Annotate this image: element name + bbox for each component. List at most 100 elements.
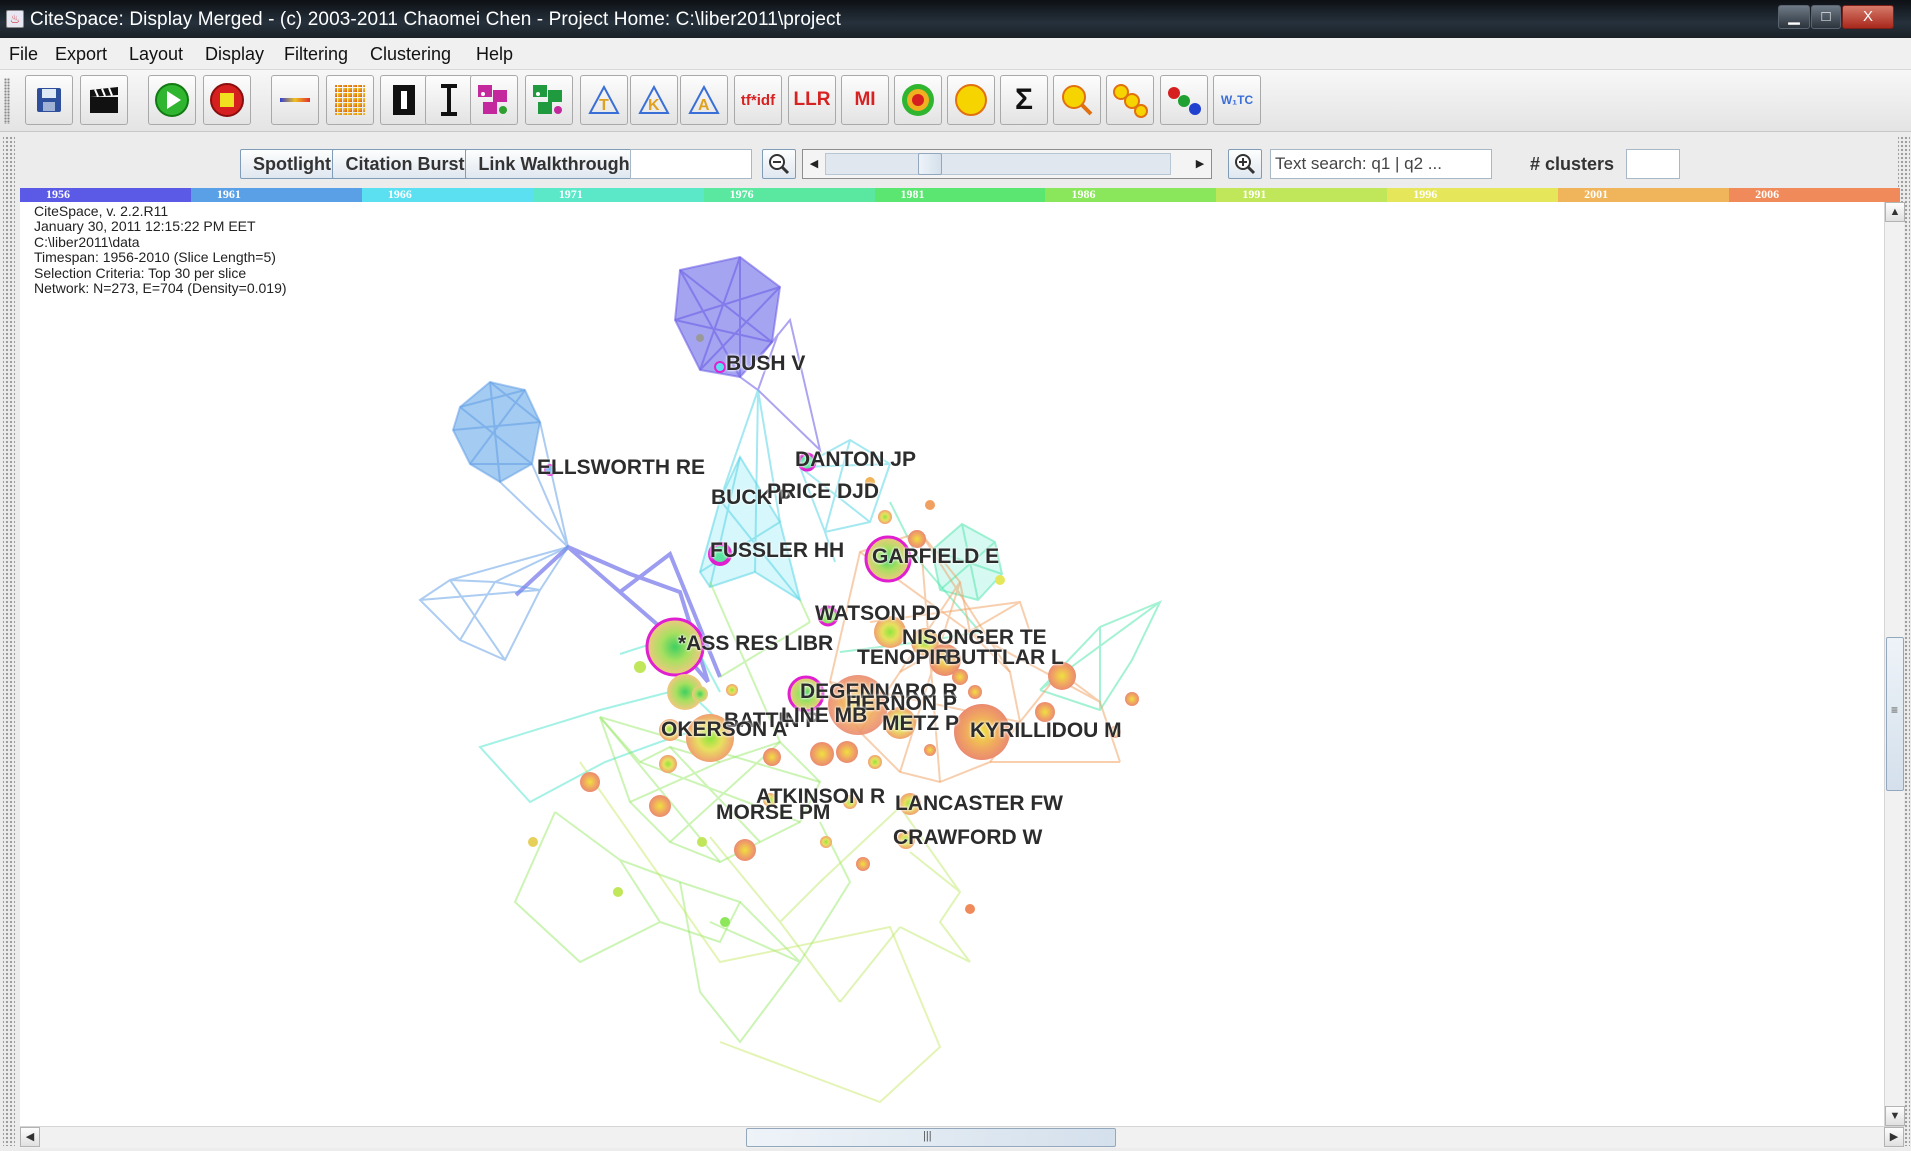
timeline-year: 1971 — [558, 187, 583, 201]
timeline-year: 2006 — [1755, 187, 1780, 201]
text-i-icon[interactable] — [425, 75, 473, 125]
left-splitter[interactable] — [3, 136, 15, 1146]
scroll-up-arrow[interactable]: ▲ — [1885, 202, 1905, 222]
citation-burst-button[interactable]: Citation Burst — [332, 149, 478, 179]
label-crawford[interactable]: CRAWFORD W — [893, 826, 1042, 850]
vertical-scroll-thumb[interactable]: ≡ — [1886, 637, 1904, 791]
horizontal-scroll-thumb[interactable]: ||| — [746, 1128, 1116, 1147]
stop-icon[interactable] — [203, 75, 251, 125]
label-line[interactable]: LINE MB — [781, 704, 867, 728]
spotlight-button[interactable]: Spotlight — [240, 149, 344, 179]
label-lancaster[interactable]: LANCASTER FW — [895, 792, 1063, 816]
label-ellsworth[interactable]: ELLSWORTH RE — [537, 456, 705, 480]
bold-i-icon[interactable] — [380, 75, 428, 125]
svg-text:T: T — [599, 97, 609, 114]
app-icon: ♨ — [6, 10, 24, 28]
play-icon[interactable] — [148, 75, 196, 125]
maximize-button[interactable]: □ — [1811, 5, 1841, 29]
timeline-year: 1976 — [729, 187, 754, 201]
zoom-out-button[interactable] — [762, 149, 796, 179]
cluster-1961 — [418, 380, 569, 662]
timeline-segment: 1981 — [874, 187, 1046, 202]
zoom-out-icon — [769, 154, 790, 175]
color-grid-icon[interactable] — [326, 75, 374, 125]
triangle-t-icon[interactable]: T — [580, 75, 628, 125]
timeline-year: 1986 — [1071, 187, 1096, 201]
timeline-segment: 2001 — [1558, 187, 1730, 202]
chain-circles-icon[interactable] — [1106, 75, 1154, 125]
horizontal-thumb-grip: ||| — [923, 1130, 932, 1142]
scroll-left-arrow[interactable]: ◀ — [20, 1127, 40, 1147]
color-line-icon[interactable] — [271, 75, 319, 125]
timeline-segment: 2006 — [1729, 187, 1900, 202]
save-icon[interactable] — [25, 75, 73, 125]
toolbar: T K A tf*idf LLR MI Σ W₁TC — [0, 70, 1911, 132]
timeline-year: 1991 — [1242, 187, 1267, 201]
svg-text:K: K — [648, 97, 660, 114]
magenta-clusters-icon[interactable] — [470, 75, 518, 125]
clusters-field[interactable] — [1626, 149, 1680, 179]
label-watson[interactable]: WATSON PD — [815, 602, 941, 626]
llr-button[interactable]: LLR — [788, 75, 836, 125]
label-kyrillidou[interactable]: KYRILLIDOU M — [970, 719, 1122, 743]
timeline-year: 1966 — [387, 187, 412, 201]
menu-filtering[interactable]: Filtering — [284, 44, 348, 65]
zoom-in-button[interactable] — [1228, 149, 1262, 179]
label-ass-res-libr[interactable]: *ASS RES LIBR — [678, 632, 833, 656]
green-clusters-icon[interactable] — [525, 75, 573, 125]
wordcloud-button[interactable]: W₁TC — [1213, 75, 1261, 125]
slider-right-arrow[interactable]: ▶ — [1191, 153, 1209, 175]
scroll-down-arrow[interactable]: ▼ — [1885, 1106, 1905, 1126]
label-garfield[interactable]: GARFIELD E — [872, 545, 999, 569]
toolbar-grip[interactable] — [4, 78, 10, 124]
zoom-circle-icon[interactable] — [1053, 75, 1101, 125]
timeline-segment: 1956 — [20, 187, 191, 202]
colored-dots-icon[interactable] — [1160, 75, 1208, 125]
zoom-slider[interactable]: ◀ ▶ — [802, 149, 1212, 179]
tfidf-button[interactable]: tf*idf — [734, 75, 782, 125]
yellow-circle-icon[interactable] — [947, 75, 995, 125]
target-icon[interactable] — [894, 75, 942, 125]
triangle-a-icon[interactable]: A — [680, 75, 728, 125]
clusters-label: # clusters — [1530, 154, 1615, 174]
sigma-button[interactable]: Σ — [1000, 75, 1048, 125]
label-tenopir[interactable]: TENOPIR — [857, 646, 950, 670]
menu-layout[interactable]: Layout — [129, 44, 183, 65]
slider-thumb[interactable] — [918, 153, 942, 175]
mi-button[interactable]: MI — [841, 75, 889, 125]
clapper-icon[interactable] — [80, 75, 128, 125]
menu-clustering[interactable]: Clustering — [370, 44, 451, 65]
slider-left-arrow[interactable]: ◀ — [805, 153, 823, 175]
triangle-k-icon[interactable]: K — [630, 75, 678, 125]
text-search-input[interactable] — [1270, 149, 1492, 179]
timeline-year: 1956 — [46, 187, 70, 201]
menu-help[interactable]: Help — [476, 44, 513, 65]
label-metz[interactable]: METZ P — [882, 712, 959, 736]
timeline-segment: 1986 — [1045, 187, 1217, 202]
label-morse[interactable]: MORSE PM — [716, 801, 830, 825]
menu-file[interactable]: File — [9, 44, 38, 65]
vertical-thumb-grip: ≡ — [1891, 703, 1899, 717]
scroll-right-arrow[interactable]: ▶ — [1884, 1127, 1904, 1147]
label-okerson[interactable]: OKERSON A — [661, 718, 787, 742]
zoom-in-icon — [1235, 154, 1256, 175]
network-nodes — [528, 334, 1139, 927]
link-walkthrough-button[interactable]: Link Walkthrough — [465, 149, 643, 179]
label-danton[interactable]: DANTON JP — [795, 448, 916, 472]
network-canvas[interactable]: CiteSpace, v. 2.2.R11 January 30, 2011 12… — [20, 202, 1884, 1126]
walkthrough-field[interactable] — [630, 149, 752, 179]
slider-track — [825, 153, 1171, 175]
menu-export[interactable]: Export — [55, 44, 107, 65]
label-buttlar[interactable]: BUTTLAR L — [946, 646, 1064, 670]
menu-display[interactable]: Display — [205, 44, 264, 65]
timeline-segment: 1996 — [1387, 187, 1559, 202]
label-price[interactable]: PRICE DJD — [767, 480, 879, 504]
timeline-segment: 1976 — [703, 187, 875, 202]
close-button[interactable]: X — [1842, 5, 1894, 29]
vertical-scrollbar[interactable]: ▲ ≡ ▼ — [1884, 202, 1905, 1126]
label-fussler[interactable]: FUSSLER HH — [710, 539, 844, 563]
minimize-button[interactable]: ▁ — [1778, 5, 1810, 29]
label-bush[interactable]: BUSH V — [726, 352, 805, 376]
title-bar: ♨ CiteSpace: Display Merged - (c) 2003-2… — [0, 0, 1911, 38]
horizontal-scrollbar[interactable]: ◀ ||| ▶ — [20, 1126, 1904, 1148]
